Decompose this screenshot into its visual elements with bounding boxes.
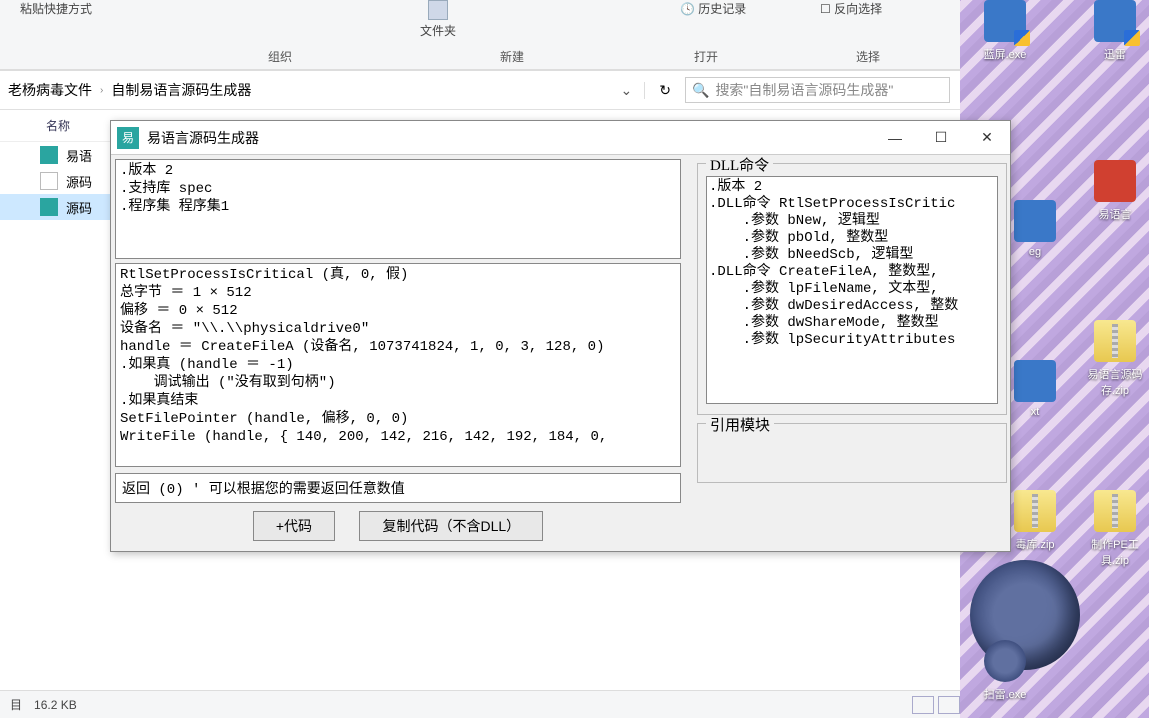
shield-icon	[1014, 30, 1030, 46]
refresh-button[interactable]: ↻	[644, 82, 685, 99]
desktop-icon-image	[1014, 490, 1056, 532]
dll-group: DLL命令 .版本 2 .DLL命令 RtlSetProcessIsCritic…	[697, 163, 1007, 415]
desktop-icon-label: 易语言	[1080, 206, 1149, 222]
header-code-box[interactable]: .版本 2 .支持库 spec .程序集 程序集1	[115, 159, 681, 259]
ribbon-history[interactable]: 🕓 历史记录	[680, 0, 746, 17]
desktop-icon-image	[984, 640, 1026, 682]
desktop-icon-label: 扫雷.exe	[970, 686, 1040, 702]
ribbon-invert-selection[interactable]: ☐ 反向选择	[820, 0, 882, 17]
desktop-icon-label: 迅雷	[1080, 46, 1149, 62]
module-group: 引用模块	[697, 423, 1007, 483]
desktop-icon-image	[1094, 0, 1136, 42]
title-bar[interactable]: 易 易语言源码生成器 — ☐ ✕	[111, 121, 1010, 155]
file-name: 易语	[66, 146, 92, 165]
view-details-button[interactable]	[912, 696, 934, 714]
ribbon: 粘贴快捷方式 文件夹 🕓 历史记录 ☐ 反向选择 组织 新建 打开 选择	[0, 0, 960, 70]
view-icons-button[interactable]	[938, 696, 960, 714]
desktop-icon-label: 易语言源码存.zip	[1080, 366, 1149, 398]
desktop-icon-image	[984, 0, 1026, 42]
copy-code-button[interactable]: 复制代码（不含DLL）	[359, 511, 543, 541]
file-name: 源码	[66, 172, 92, 191]
desktop-icon-image	[1094, 490, 1136, 532]
desktop-icon[interactable]: 易语言	[1080, 160, 1149, 222]
status-bar: 目 16.2 KB	[0, 690, 960, 718]
desktop-icon[interactable]: 易语言源码存.zip	[1080, 320, 1149, 398]
shield-icon	[1124, 30, 1140, 46]
ribbon-group-open: 打开	[694, 48, 718, 65]
ribbon-group-organize: 组织	[268, 48, 292, 65]
search-icon: 🔍	[692, 82, 709, 99]
window-title: 易语言源码生成器	[147, 128, 259, 148]
desktop-icon-image	[1014, 200, 1056, 242]
desktop-icon[interactable]: 扫雷.exe	[970, 640, 1040, 702]
breadcrumb[interactable]: 自制易语言源码生成器	[103, 80, 259, 100]
close-button[interactable]: ✕	[964, 123, 1010, 153]
dll-group-label: DLL命令	[706, 158, 773, 174]
generator-dialog: 易 易语言源码生成器 — ☐ ✕ .版本 2 .支持库 spec .程序集 程序…	[110, 120, 1011, 552]
file-icon	[40, 172, 58, 190]
minimize-button[interactable]: —	[872, 123, 918, 153]
desktop-icon[interactable]: 制作PE工具.zip	[1080, 490, 1149, 568]
desktop-icon-image	[1014, 360, 1056, 402]
file-icon	[40, 146, 58, 164]
return-value-box[interactable]: 返回 (0) ' 可以根据您的需要返回任意数值	[115, 473, 681, 503]
maximize-button[interactable]: ☐	[918, 123, 964, 153]
breadcrumb[interactable]: 老杨病毒文件	[0, 80, 100, 100]
module-group-label: 引用模块	[706, 418, 774, 434]
desktop-icon-label: 蓝屏.exe	[970, 46, 1040, 62]
breadcrumb-dropdown[interactable]: ⌄	[609, 82, 645, 99]
desktop-icon[interactable]: 迅雷	[1080, 0, 1149, 62]
search-input[interactable]: 🔍 搜索"自制易语言源码生成器"	[685, 77, 950, 103]
status-size: 16.2 KB	[34, 698, 77, 712]
ribbon-group-new: 新建	[500, 48, 524, 65]
file-icon	[40, 198, 58, 216]
ribbon-paste-shortcut[interactable]: 粘贴快捷方式	[20, 0, 92, 17]
ribbon-new-folder[interactable]: 文件夹	[420, 0, 456, 39]
desktop-icon[interactable]: 蓝屏.exe	[970, 0, 1040, 62]
body-code-box[interactable]: RtlSetProcessIsCritical (真, 0, 假) 总字节 ＝ …	[115, 263, 681, 467]
desktop-icon-image	[1094, 160, 1136, 202]
file-name: 源码	[66, 198, 92, 217]
dll-code-box[interactable]: .版本 2 .DLL命令 RtlSetProcessIsCritic .参数 b…	[706, 176, 998, 404]
status-count: 目	[10, 696, 22, 713]
desktop-icon-label: 制作PE工具.zip	[1080, 536, 1149, 568]
desktop-icon-image	[1094, 320, 1136, 362]
add-code-button[interactable]: +代码	[253, 511, 335, 541]
app-icon: 易	[117, 127, 139, 149]
ribbon-group-select: 选择	[856, 48, 880, 65]
address-bar: 老杨病毒文件 › 自制易语言源码生成器 ⌄ ↻ 🔍 搜索"自制易语言源码生成器"	[0, 70, 960, 110]
